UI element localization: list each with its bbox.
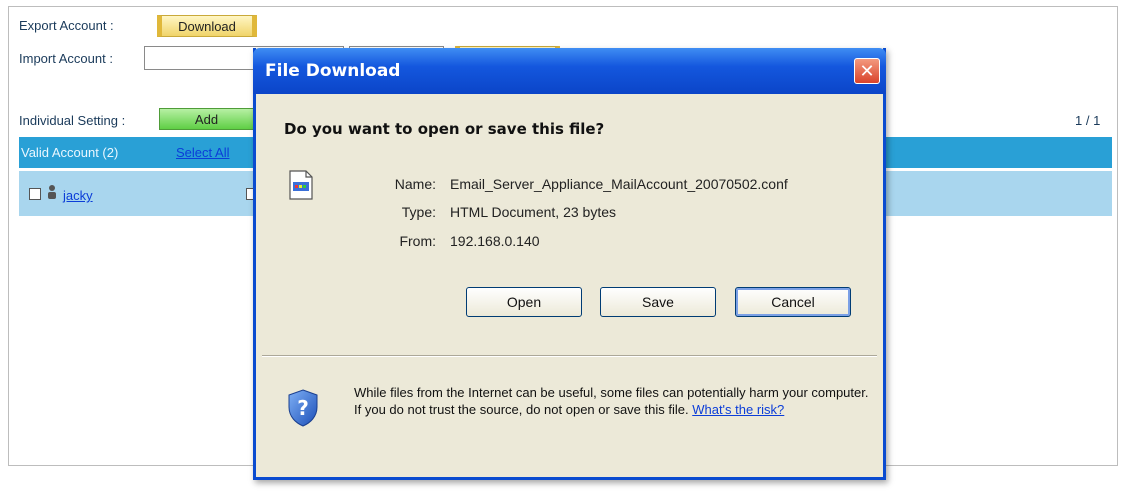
save-button[interactable]: Save [600, 287, 716, 317]
type-label: Type: [401, 204, 436, 220]
valid-account-label: Valid Account (2) [21, 145, 119, 160]
name-value: Email_Server_Appliance_MailAccount_20070… [450, 176, 788, 192]
account-link[interactable]: jacky [63, 188, 93, 203]
import-account-label: Import Account : [19, 51, 113, 66]
download-button[interactable]: Download [157, 15, 257, 37]
dialog-title-bar[interactable]: File Download ✕ [253, 48, 886, 94]
from-value: 192.168.0.140 [450, 233, 540, 249]
dialog-separator [262, 355, 877, 357]
export-account-label: Export Account : [19, 18, 114, 33]
file-download-dialog: File Download ✕ Do you want to open or s… [253, 48, 886, 480]
add-button[interactable]: Add [159, 108, 254, 130]
name-label: Name: [394, 176, 436, 192]
from-label: From: [399, 233, 436, 249]
document-icon [289, 170, 313, 205]
close-icon: ✕ [859, 60, 875, 82]
warning-message: While files from the Internet can be use… [354, 384, 874, 418]
open-button[interactable]: Open [466, 287, 582, 317]
user-icon [46, 184, 58, 203]
close-button[interactable]: ✕ [854, 58, 880, 84]
warning-text: While files from the Internet can be use… [354, 385, 869, 417]
dialog-question: Do you want to open or save this file? [284, 120, 605, 138]
individual-setting-label: Individual Setting : [19, 113, 126, 128]
account-checkbox[interactable] [29, 188, 41, 200]
shield-question-icon: ? [286, 388, 320, 433]
dialog-title: File Download [265, 61, 401, 81]
cancel-button[interactable]: Cancel [735, 287, 851, 317]
type-value: HTML Document, 23 bytes [450, 204, 616, 220]
svg-text:?: ? [297, 396, 309, 420]
pagination: 1 / 1 [1075, 113, 1101, 128]
risk-link[interactable]: What's the risk? [692, 402, 784, 417]
select-all-link[interactable]: Select All [176, 145, 229, 160]
